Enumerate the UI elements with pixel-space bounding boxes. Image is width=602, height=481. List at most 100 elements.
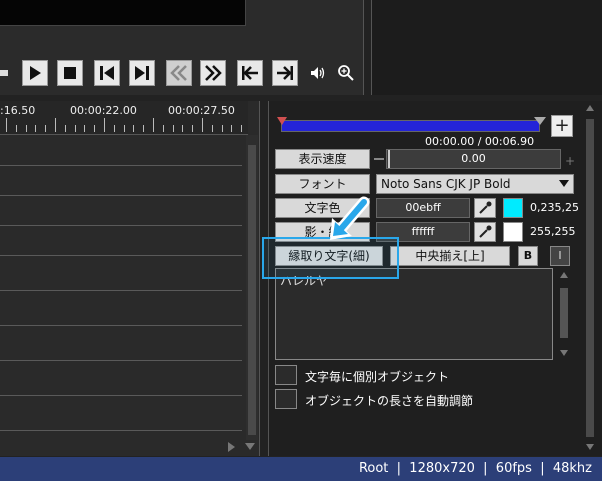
- scroll-down-arrow-icon[interactable]: [245, 443, 255, 450]
- ruler-tick: [143, 125, 145, 132]
- rewind-icon: [170, 65, 187, 81]
- play-icon: [30, 66, 41, 80]
- ruler-tick: [133, 125, 135, 132]
- speed-label-button[interactable]: 表示速度: [275, 149, 370, 169]
- minus-icon: [374, 158, 384, 160]
- speed-value-field[interactable]: 0.00: [386, 149, 561, 169]
- track-divider: [0, 395, 242, 396]
- fast-forward-icon: [205, 65, 222, 81]
- scroll-right-arrow-icon[interactable]: [228, 442, 235, 452]
- track-divider: [0, 225, 242, 226]
- track-divider: [0, 255, 242, 256]
- ruler-tick: [74, 125, 76, 132]
- text-area-scrollbar[interactable]: [557, 268, 571, 360]
- ruler-tick: [192, 125, 194, 132]
- slider-handle[interactable]: [388, 150, 390, 168]
- timeline-horizontal-scrollbar[interactable]: [0, 440, 258, 454]
- next-frame-icon: [135, 66, 149, 80]
- ruler-label: 00:00:27.50: [168, 104, 235, 117]
- chevron-down-icon: [559, 180, 569, 187]
- eyedropper-icon: [479, 225, 492, 238]
- eyedropper-button[interactable]: [474, 198, 496, 218]
- ruler-tick: [172, 125, 174, 132]
- per-char-object-label: 文字毎に個別オブジェクト: [305, 370, 450, 384]
- italic-button[interactable]: I: [550, 246, 570, 266]
- ruler-tick: [6, 118, 7, 132]
- go-end-button[interactable]: [272, 60, 298, 86]
- go-start-icon: [242, 66, 258, 80]
- track-divider: [0, 430, 242, 431]
- side-preview-panel: [371, 0, 602, 95]
- auto-length-label: オブジェクトの長さを自動調節: [305, 394, 474, 408]
- ruler-tick: [231, 125, 233, 132]
- ruler-tick: [84, 125, 86, 132]
- properties-scrollbar[interactable]: [582, 101, 598, 456]
- eyedropper-button[interactable]: [474, 222, 496, 242]
- partial-button-edge: [0, 70, 8, 76]
- volume-button[interactable]: [309, 64, 327, 82]
- ruler-tick: [211, 125, 213, 132]
- go-end-icon: [277, 66, 293, 80]
- font-select-value: Noto Sans CJK JP Bold: [381, 177, 511, 191]
- ruler-tick: [113, 125, 115, 132]
- stop-icon: [64, 67, 76, 79]
- scroll-up-arrow-icon[interactable]: [560, 272, 568, 278]
- next-frame-button[interactable]: [129, 60, 155, 86]
- align-button[interactable]: 中央揃え[上]: [390, 246, 510, 266]
- prev-frame-button[interactable]: [94, 60, 120, 86]
- ruler-tick: [162, 125, 164, 132]
- ruler-label: :16.50: [0, 104, 36, 117]
- ruler-tick: [15, 125, 17, 132]
- zoom-button[interactable]: [337, 64, 355, 82]
- ruler-tick: [55, 118, 56, 132]
- add-button[interactable]: +: [551, 115, 573, 137]
- ruler-tick: [94, 125, 96, 132]
- shadow-color-rgb: 255,255: [530, 225, 576, 238]
- ruler-tick: [45, 125, 47, 132]
- ruler-label: 00:00:22.00: [70, 104, 137, 117]
- ruler-tick: [202, 118, 203, 132]
- timeline-vertical-scrollbar[interactable]: [246, 135, 258, 440]
- prev-frame-icon: [100, 66, 114, 80]
- volume-icon: [311, 67, 325, 79]
- play-button[interactable]: [22, 60, 48, 86]
- ruler-tick: [182, 125, 184, 132]
- timeline-panel: [0, 101, 260, 456]
- ruler-tick: [153, 118, 154, 132]
- zoom-icon: [338, 65, 354, 81]
- preview-canvas: [0, 0, 246, 26]
- ruler-tick: [123, 125, 125, 132]
- ruler-tick: [241, 125, 243, 132]
- rewind-button[interactable]: [166, 60, 192, 86]
- fast-forward-button[interactable]: [200, 60, 226, 86]
- app-window: :16.50 00:00:22.00 00:00:27.50 00:00.00 …: [0, 0, 602, 481]
- go-start-button[interactable]: [237, 60, 263, 86]
- seek-start-marker-icon[interactable]: [277, 112, 287, 131]
- pointer-arrow-icon: [328, 196, 372, 248]
- shadow-color-swatch[interactable]: [503, 222, 523, 242]
- seek-bar[interactable]: [281, 120, 540, 132]
- ruler-tick: [221, 125, 223, 132]
- per-char-object-checkbox[interactable]: [275, 365, 297, 385]
- track-divider: [0, 165, 242, 166]
- stop-button[interactable]: [57, 60, 83, 86]
- speed-slider[interactable]: 0.00 +: [374, 149, 575, 169]
- text-color-swatch[interactable]: [503, 198, 523, 218]
- track-divider: [0, 325, 242, 326]
- bold-button[interactable]: B: [518, 246, 538, 266]
- status-text: Root | 1280x720 | 60fps | 48khz: [358, 461, 592, 476]
- eyedropper-icon: [479, 201, 492, 214]
- scroll-up-arrow-icon[interactable]: [586, 105, 594, 111]
- font-label-button[interactable]: フォント: [275, 174, 370, 194]
- seek-end-marker-icon[interactable]: [534, 112, 546, 131]
- font-select[interactable]: Noto Sans CJK JP Bold: [376, 174, 574, 194]
- auto-length-checkbox[interactable]: [275, 389, 297, 409]
- ruler-tick: [64, 125, 66, 132]
- scroll-down-arrow-icon[interactable]: [586, 444, 594, 450]
- ruler-tick: [25, 125, 27, 132]
- text-content-input[interactable]: ハレルヤ: [275, 268, 553, 360]
- text-color-rgb: 0,235,25: [530, 201, 579, 214]
- ruler-tick: [104, 118, 105, 132]
- scroll-down-arrow-icon[interactable]: [560, 350, 568, 356]
- text-color-hex-field[interactable]: 00ebff: [376, 198, 470, 218]
